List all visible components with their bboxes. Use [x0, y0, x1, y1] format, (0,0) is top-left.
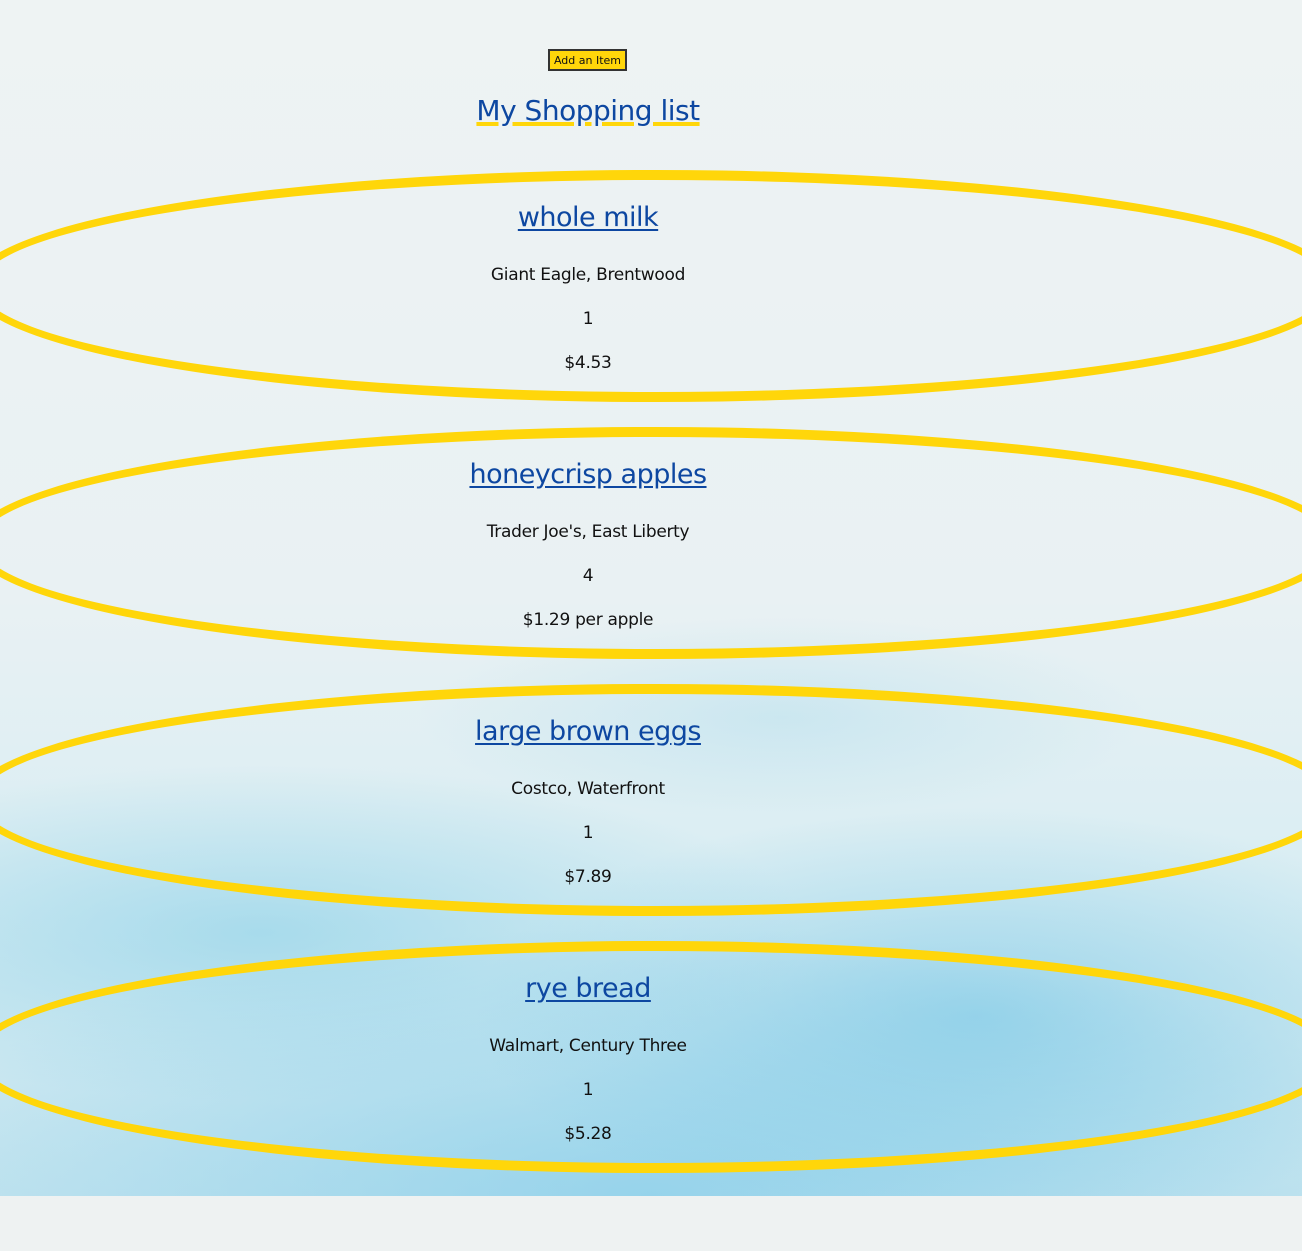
item-quantity: 4 [582, 566, 594, 586]
item-price: $5.28 [564, 1124, 612, 1144]
item-quantity: 1 [582, 1080, 594, 1100]
add-item-button[interactable]: Add an Item [548, 49, 627, 71]
item-store: Trader Joe's, East Liberty [486, 522, 690, 542]
item-price: $7.89 [564, 867, 612, 887]
shopping-list-page: Add an Item My Shopping list whole milk … [0, 0, 1302, 1196]
page-title: My Shopping list [476, 94, 700, 127]
item-quantity: 1 [582, 823, 594, 843]
item-store: Costco, Waterfront [511, 779, 665, 799]
item-store: Giant Eagle, Brentwood [490, 265, 686, 285]
item-name-link[interactable]: rye bread [0, 973, 1176, 1004]
page-footer-area [0, 1196, 1302, 1251]
item-price: $1.29 per apple [522, 610, 654, 630]
item-quantity: 1 [582, 309, 594, 329]
item-name-link[interactable]: whole milk [0, 202, 1176, 233]
item-price: $4.53 [564, 353, 612, 373]
item-store: Walmart, Century Three [489, 1036, 687, 1056]
item-name-link[interactable]: honeycrisp apples [0, 459, 1176, 490]
item-name-link[interactable]: large brown eggs [0, 716, 1176, 747]
